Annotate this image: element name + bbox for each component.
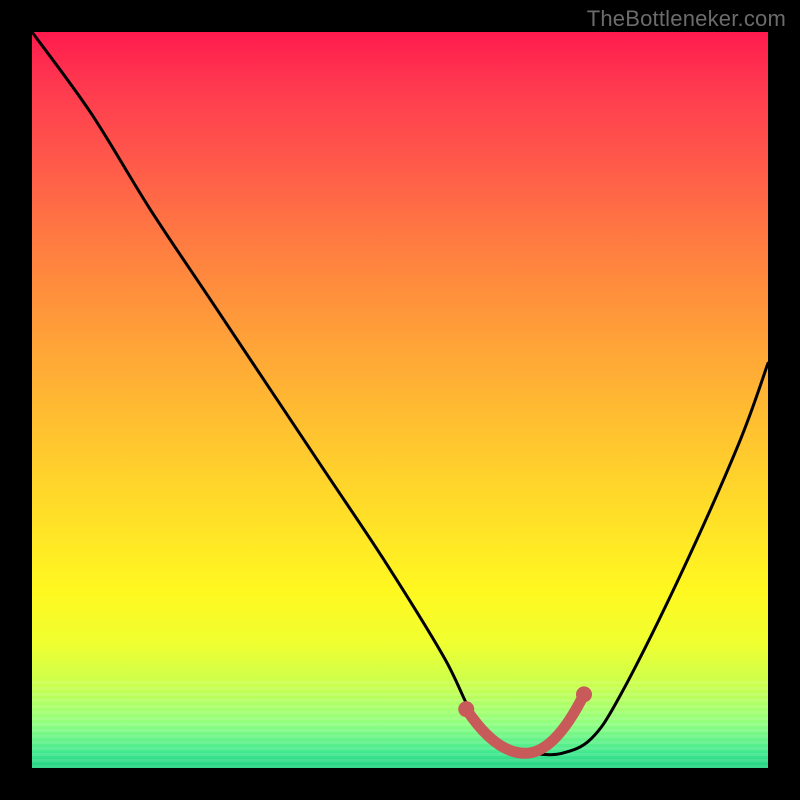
- plot-area: [32, 32, 768, 768]
- bottleneck-curve: [32, 32, 768, 768]
- curve-line: [32, 32, 768, 755]
- curve-trough-marker: [466, 694, 584, 753]
- trough-dot-right: [576, 686, 592, 702]
- trough-dot-left: [458, 701, 474, 717]
- watermark-text: TheBottleneker.com: [587, 6, 786, 32]
- chart-frame: TheBottleneker.com: [0, 0, 800, 800]
